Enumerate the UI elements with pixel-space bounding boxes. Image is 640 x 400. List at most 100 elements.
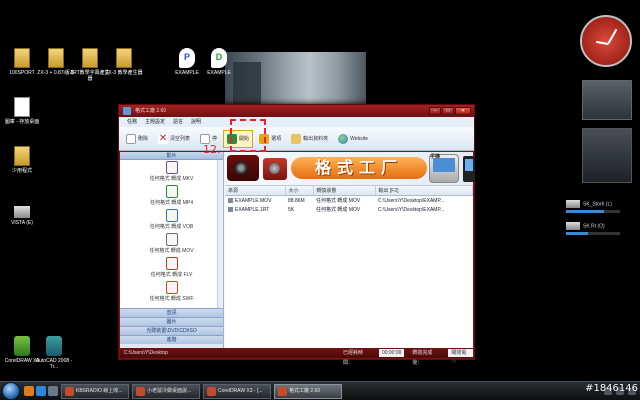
menu-bar: 任務 主題設定 語言 說明	[119, 117, 474, 127]
close-button[interactable]: ✕	[455, 107, 471, 115]
file-icon	[228, 206, 233, 212]
window-title-bar[interactable]: 格式工廠 2.60 – □ ✕	[119, 105, 474, 117]
after-convert-label: 轉換完成後：	[412, 350, 433, 366]
desktop-icon-label: EXAMPLE	[207, 70, 231, 76]
toolbar-button[interactable]: Website	[334, 130, 372, 148]
desktop-icon[interactable]: ZX-3 教學產生器	[104, 48, 144, 76]
column-header[interactable]: 來源	[225, 186, 286, 196]
drive-label: SK_Stor6 (L)	[583, 201, 612, 208]
sidebar-category[interactable]: 音訊	[120, 308, 223, 317]
after-convert-select[interactable]: 關閉電腦	[448, 349, 474, 364]
table-cell: EXAMPLE.1RT	[225, 205, 285, 214]
brand-logo: 格式工厂	[291, 157, 427, 179]
globe-icon	[338, 133, 349, 144]
x-icon: ✕	[158, 132, 169, 144]
doc-icon	[200, 133, 211, 144]
toolbar-button[interactable]: 輸出資料夾	[287, 130, 332, 148]
hard-drive-icon	[566, 222, 580, 230]
format-item[interactable]: 任何格式 轉成 VOB	[120, 208, 223, 232]
example-file-icon: P	[179, 48, 195, 68]
folder-icon	[82, 48, 98, 68]
folder-icon	[48, 48, 64, 68]
clock-gadget[interactable]	[580, 15, 632, 67]
example-file-icon: D	[211, 48, 227, 68]
folder-icon	[14, 48, 30, 68]
phone-image	[463, 156, 475, 182]
format-item-label: 任何格式 轉成 MP4	[149, 200, 194, 206]
column-header[interactable]: 輸出 [F2]	[375, 186, 473, 196]
taskbar-button[interactable]: 格式工廠 2.60	[274, 383, 342, 399]
browser-icon[interactable]	[24, 386, 34, 396]
desktop-icon-label: ZX-3 教學產生器	[105, 70, 143, 76]
format-item[interactable]: 任何格式 轉成 FLV	[120, 256, 223, 280]
format-icon	[165, 209, 178, 222]
sidebar-category[interactable]: 進階	[120, 335, 223, 344]
taskbar-button[interactable]: CorelDRAW X3 - [...	[203, 383, 271, 399]
format-item[interactable]: 任何格式 轉成 MKV	[120, 160, 223, 184]
taskbar-button[interactable]: 小老鼠冷僻桌面說...	[132, 383, 200, 399]
desktop-photo	[225, 52, 366, 112]
desktop-icon-label: AutoCAD 2008 - Tr...	[35, 358, 73, 370]
desktop-icon[interactable]	[48, 386, 58, 396]
window-title: 格式工廠 2.60	[135, 108, 167, 114]
toolbar-button-label: 刪除	[138, 136, 149, 142]
format-item[interactable]: 任何格式 轉成 MOV	[120, 232, 223, 256]
table-cell: 88.86M	[288, 197, 305, 204]
menu-item[interactable]: 說明	[191, 117, 201, 127]
minimize-button[interactable]: –	[429, 107, 441, 115]
desktop-icon[interactable]: 少用程式	[2, 146, 42, 174]
drive-icon	[14, 206, 30, 218]
desktop-icon[interactable]: D EXAMPLE	[199, 48, 239, 76]
table-cell: EXAMPLE.MOV	[225, 196, 285, 206]
elapsed-value: 00:00:00	[378, 349, 405, 357]
drive-usage-bar	[566, 232, 620, 235]
menu-item[interactable]: 任務	[127, 117, 137, 127]
drive-meter[interactable]: SK Rt (O)	[566, 222, 630, 248]
start-orb[interactable]	[2, 382, 20, 400]
sidebar-scrollbar[interactable]	[217, 160, 223, 308]
desktop-icon-label: VISTA (E)	[11, 220, 33, 226]
menu-item[interactable]: 語言	[173, 117, 183, 127]
table-cell: 任何格式 轉成 MOV	[316, 198, 361, 204]
camcorder-image	[227, 155, 259, 181]
menu-item[interactable]: 主題設定	[145, 117, 165, 127]
desktop-icon[interactable]: VISTA (E)	[2, 200, 42, 226]
sidebar-category[interactable]: 圖片	[120, 317, 223, 326]
toolbar-button-label: 清空列表	[170, 136, 191, 142]
desktop-icon-label: 圖庫 - 存放桌面	[4, 119, 40, 125]
sidebar-category[interactable]: 光碟裝置\DVD\CD\ISO	[120, 326, 223, 335]
quick-launch	[24, 386, 58, 396]
table-cell: 任何格式 轉成 MOV	[316, 207, 361, 213]
slideshow-gadget[interactable]	[582, 80, 632, 120]
table-row[interactable]: EXAMPLE.1RT 5K 任何格式 轉成 MOV C:\Users\Y\Deskt…	[225, 205, 473, 214]
desktop-icon[interactable]: 圖庫 - 存放桌面	[2, 97, 42, 125]
taskbar-buttons: KBSRADIO 線上收... 小老鼠冷僻桌面說... CorelDRAW X3 -…	[58, 383, 342, 399]
format-icon	[165, 233, 178, 246]
desktop-icon[interactable]: AutoCAD 2008 - Tr...	[34, 336, 74, 370]
format-item[interactable]: 任何格式 轉成 MP4	[120, 184, 223, 208]
desktop-icon-label: 少用程式	[11, 168, 32, 174]
table-cell: 5K	[288, 206, 295, 213]
toolbar-button-label: 輸出資料夾	[303, 136, 329, 142]
toolbar-button-label: 停	[212, 136, 218, 142]
format-icon	[165, 185, 178, 198]
toolbar-button-label: Website	[350, 135, 369, 142]
format-item[interactable]: 任何格式 轉成 SWF	[120, 280, 223, 304]
format-item-label: 任何格式 轉成 VOB	[149, 224, 194, 230]
sidebar-categories: 音訊 圖片 光碟裝置\DVD\CD\ISO 進階	[120, 308, 223, 344]
format-item-label: 任何格式 轉成 FLV	[150, 272, 193, 278]
format-item-label: 任何格式 轉成 MOV	[149, 248, 194, 254]
media-icon[interactable]	[36, 386, 46, 396]
taskbar-button[interactable]: KBSRADIO 線上收...	[61, 383, 129, 399]
column-header[interactable]: 大小	[285, 186, 314, 196]
folder-icon	[14, 146, 30, 166]
photo-gadget[interactable]	[582, 128, 632, 183]
maximize-button[interactable]: □	[442, 107, 454, 115]
column-header[interactable]: 轉換狀態	[313, 186, 376, 196]
toolbar-button[interactable]: ✕ 清空列表	[154, 130, 194, 148]
toolbar-button[interactable]: 刪除	[122, 130, 152, 148]
toolbar-button-label: 選項	[271, 136, 282, 142]
table-row[interactable]: EXAMPLE.MOV 88.86M 任何格式 轉成 MOV C:\Users\Y\D…	[225, 196, 473, 206]
table-cell: C:\Users\Y\Desktop\EXAMP...	[378, 206, 445, 213]
camera-image	[263, 158, 287, 180]
